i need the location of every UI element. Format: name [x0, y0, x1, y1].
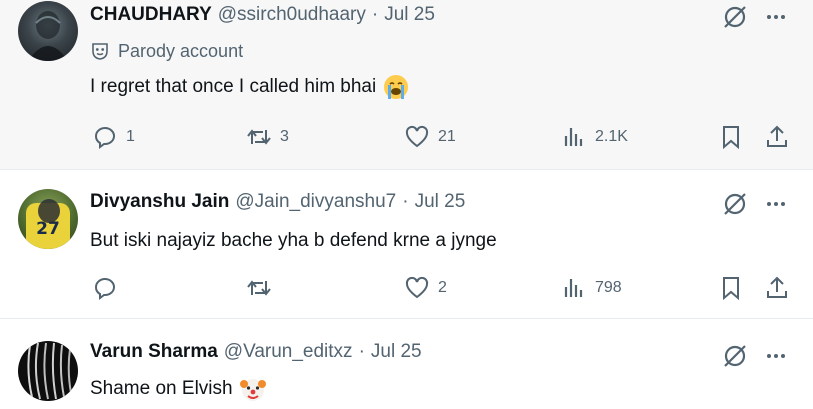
grok-icon[interactable] [722, 343, 748, 369]
like-button[interactable]: 2 [404, 273, 447, 303]
views-icon [564, 279, 583, 297]
share-icon [767, 125, 787, 147]
tweet-text-content: But iski najayiz bache yha b defend krne… [90, 230, 497, 251]
views-button[interactable]: 2.1K [561, 122, 628, 152]
user-handle[interactable]: @Jain_divyanshu7 [235, 191, 396, 213]
reply-button[interactable]: 1 [92, 122, 135, 152]
repost-count: 3 [280, 128, 289, 145]
loudly-crying-face-icon [384, 75, 409, 99]
repost-button[interactable]: 3 [246, 122, 289, 152]
views-count: 2.1K [595, 128, 628, 145]
tweet-text: I regret that once I called him bhai [90, 72, 410, 102]
reply-icon [95, 278, 115, 300]
parody-label-text: Parody account [118, 40, 244, 61]
like-icon [405, 125, 429, 148]
tweet-date[interactable]: Jul 25 [384, 4, 435, 26]
tweet-text: But iski najayiz bache yha b defend krne… [90, 226, 497, 256]
like-count: 21 [438, 128, 456, 145]
clown-face-icon [239, 379, 266, 401]
grok-icon[interactable] [722, 4, 748, 30]
reply-count: 1 [126, 128, 135, 145]
tweet-header: CHAUDHARY @ssirch0udhaary · Jul 25 [90, 4, 435, 30]
tweet-date[interactable]: Jul 25 [371, 341, 422, 363]
bookmark-button[interactable] [718, 273, 744, 303]
repost-icon [247, 280, 271, 296]
grok-icon[interactable] [722, 191, 748, 217]
share-icon [767, 276, 787, 298]
parody-label: Parody account [90, 38, 243, 64]
more-icon[interactable] [762, 4, 790, 30]
like-button[interactable]: 21 [404, 122, 456, 152]
repost-icon [247, 129, 271, 145]
share-button[interactable] [764, 273, 790, 303]
parody-mask-icon [92, 43, 108, 60]
separator-dot: · [402, 191, 409, 212]
separator-dot: · [371, 4, 379, 25]
avatar[interactable]: 27 [18, 189, 78, 249]
tweet-1[interactable]: CHAUDHARY @ssirch0udhaary · Jul 25 Parod… [0, 0, 813, 170]
views-icon [564, 128, 583, 146]
display-name[interactable]: Varun Sharma [90, 341, 218, 363]
tweet-text-content: Shame on Elvish [90, 378, 233, 399]
reply-button[interactable] [92, 273, 126, 303]
display-name[interactable]: Divyanshu Jain [90, 191, 229, 213]
tweet-text: Shame on Elvish [90, 374, 267, 404]
like-icon [405, 276, 429, 299]
avatar[interactable] [18, 1, 78, 61]
share-button[interactable] [764, 122, 790, 152]
tweet-3[interactable]: Varun Sharma @Varun_editxz · Jul 25 Sham… [0, 319, 813, 409]
views-count: 798 [595, 279, 622, 296]
repost-button[interactable] [246, 273, 280, 303]
views-button[interactable]: 798 [561, 273, 622, 303]
tweet-header: Varun Sharma @Varun_editxz · Jul 25 [90, 341, 422, 367]
tweet-2[interactable]: 27 Divyanshu Jain @Jain_divyanshu7 · Jul… [0, 170, 813, 319]
avatar-head [38, 199, 60, 223]
like-count: 2 [438, 279, 447, 296]
user-handle[interactable]: @ssirch0udhaary [218, 4, 366, 26]
tweet-actions: 1 3 21 2.1K [0, 122, 813, 152]
tweet-header: Divyanshu Jain @Jain_divyanshu7 · Jul 25 [90, 191, 465, 217]
more-icon[interactable] [762, 343, 790, 369]
bookmark-icon [723, 277, 739, 301]
tweet-text-content: I regret that once I called him bhai [90, 76, 377, 97]
bookmark-button[interactable] [718, 122, 744, 152]
reply-icon [95, 127, 115, 149]
tweet-actions: 2 798 [0, 273, 813, 303]
bookmark-icon [723, 126, 739, 150]
tweet-date[interactable]: Jul 25 [415, 191, 466, 213]
display-name[interactable]: CHAUDHARY [90, 4, 212, 26]
separator-dot: · [358, 341, 365, 362]
avatar[interactable] [18, 341, 78, 401]
more-icon[interactable] [762, 191, 790, 217]
user-handle[interactable]: @Varun_editxz [224, 341, 353, 363]
